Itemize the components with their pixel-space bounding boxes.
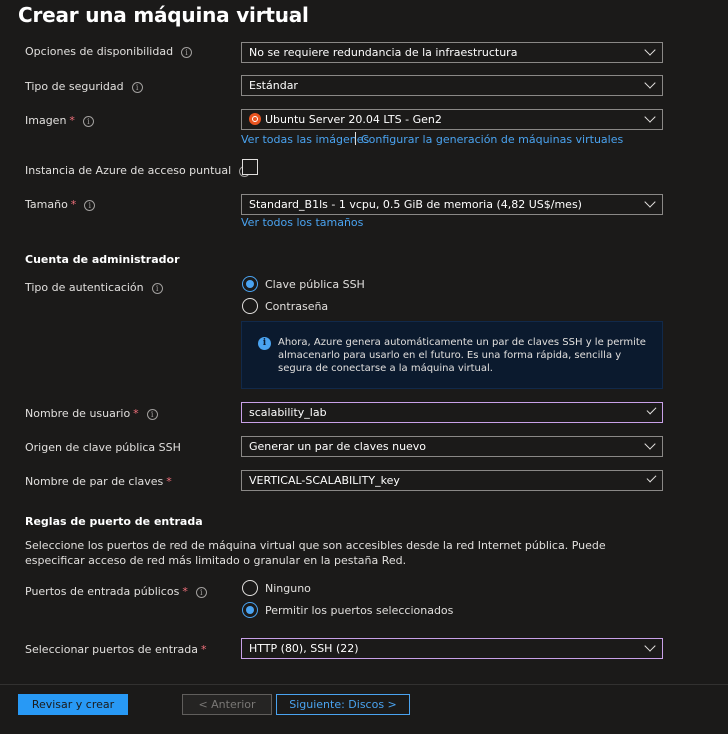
username-label: Nombre de usuario * i <box>25 407 158 420</box>
next-disks-button[interactable]: Siguiente: Discos > <box>276 694 410 715</box>
chevron-down-icon <box>644 44 656 56</box>
radio-ssh-key[interactable] <box>242 276 258 292</box>
security-type-label: Tipo de seguridad i <box>25 80 143 93</box>
info-icon[interactable]: i <box>131 82 143 93</box>
select-ports-label: Seleccionar puertos de entrada * <box>25 643 207 656</box>
footer-bar: Revisar y crear < Anterior Siguiente: Di… <box>0 684 728 734</box>
title-bar: Crear una máquina virtual ··· <box>0 0 728 40</box>
chevron-down-icon <box>644 640 656 652</box>
size-label: Tamaño * i <box>25 198 96 211</box>
image-label: Imagen * i <box>25 114 94 127</box>
chevron-down-icon <box>644 111 656 123</box>
size-dropdown[interactable]: Standard_B1ls - 1 vcpu, 0.5 GiB de memor… <box>241 194 663 215</box>
radio-ports-none[interactable] <box>242 580 258 596</box>
auth-type-label: Tipo de autenticación i <box>25 281 163 294</box>
radio-ports-selected[interactable] <box>242 602 258 618</box>
chevron-down-icon <box>644 438 656 450</box>
link-separator <box>355 132 356 145</box>
info-icon[interactable]: i <box>84 200 96 211</box>
info-icon[interactable]: i <box>151 283 163 294</box>
see-all-sizes-link[interactable]: Ver todos los tamaños <box>241 216 363 229</box>
availability-label: Opciones de disponibilidad i <box>25 45 193 58</box>
keypair-name-input[interactable]: VERTICAL-SCALABILITY_key <box>241 470 663 491</box>
ubuntu-icon <box>249 113 261 125</box>
info-icon: i <box>258 337 271 350</box>
ssh-source-label: Origen de clave pública SSH <box>25 441 181 454</box>
availability-dropdown[interactable]: No se requiere redundancia de la infraes… <box>241 42 663 63</box>
spot-instance-checkbox[interactable] <box>242 159 258 175</box>
more-options-icon[interactable]: ··· <box>284 8 300 24</box>
form-scroll-area[interactable]: Opciones de disponibilidad i No se requie… <box>0 0 728 684</box>
security-type-dropdown[interactable]: Estándar <box>241 75 663 96</box>
ssh-source-dropdown[interactable]: Generar un par de claves nuevo <box>241 436 663 457</box>
username-input[interactable]: scalability_lab <box>241 402 663 423</box>
info-icon[interactable]: i <box>82 116 94 127</box>
chevron-down-icon <box>644 196 656 208</box>
ssh-info-text: Ahora, Azure genera automáticamente un p… <box>278 337 646 374</box>
checkmark-icon <box>646 472 657 483</box>
chevron-down-icon <box>644 77 656 89</box>
spot-instance-label: Instancia de Azure de acceso puntuali <box>25 164 251 177</box>
page-title: Crear una máquina virtual <box>18 3 309 27</box>
image-dropdown[interactable]: Ubuntu Server 20.04 LTS - Gen2 <box>241 109 663 130</box>
radio-ports-selected-label[interactable]: Permitir los puertos seleccionados <box>265 604 453 617</box>
radio-ports-none-label[interactable]: Ninguno <box>265 582 311 595</box>
public-ports-label: Puertos de entrada públicos * i <box>25 585 207 598</box>
ports-section-heading: Reglas de puerto de entrada <box>25 515 203 528</box>
radio-password[interactable] <box>242 298 258 314</box>
see-all-images-link[interactable]: Ver todas las imágenes <box>241 133 369 146</box>
info-icon[interactable]: i <box>195 587 207 598</box>
previous-button[interactable]: < Anterior <box>182 694 272 715</box>
info-icon[interactable]: i <box>181 47 193 58</box>
configure-generation-link[interactable]: Configurar la generación de máquinas vir… <box>361 133 623 146</box>
radio-ssh-key-label[interactable]: Clave pública SSH <box>265 278 365 291</box>
review-create-button[interactable]: Revisar y crear <box>18 694 128 715</box>
radio-password-label[interactable]: Contraseña <box>265 300 328 313</box>
info-icon[interactable]: i <box>146 409 158 420</box>
keypair-name-label: Nombre de par de claves * <box>25 475 172 488</box>
ports-description: Seleccione los puertos de red de máquina… <box>25 539 606 567</box>
select-ports-dropdown[interactable]: HTTP (80), SSH (22) <box>241 638 663 659</box>
ssh-info-banner: i Ahora, Azure genera automáticamente un… <box>241 321 663 389</box>
checkmark-icon <box>646 404 657 415</box>
admin-section-heading: Cuenta de administrador <box>25 253 180 266</box>
